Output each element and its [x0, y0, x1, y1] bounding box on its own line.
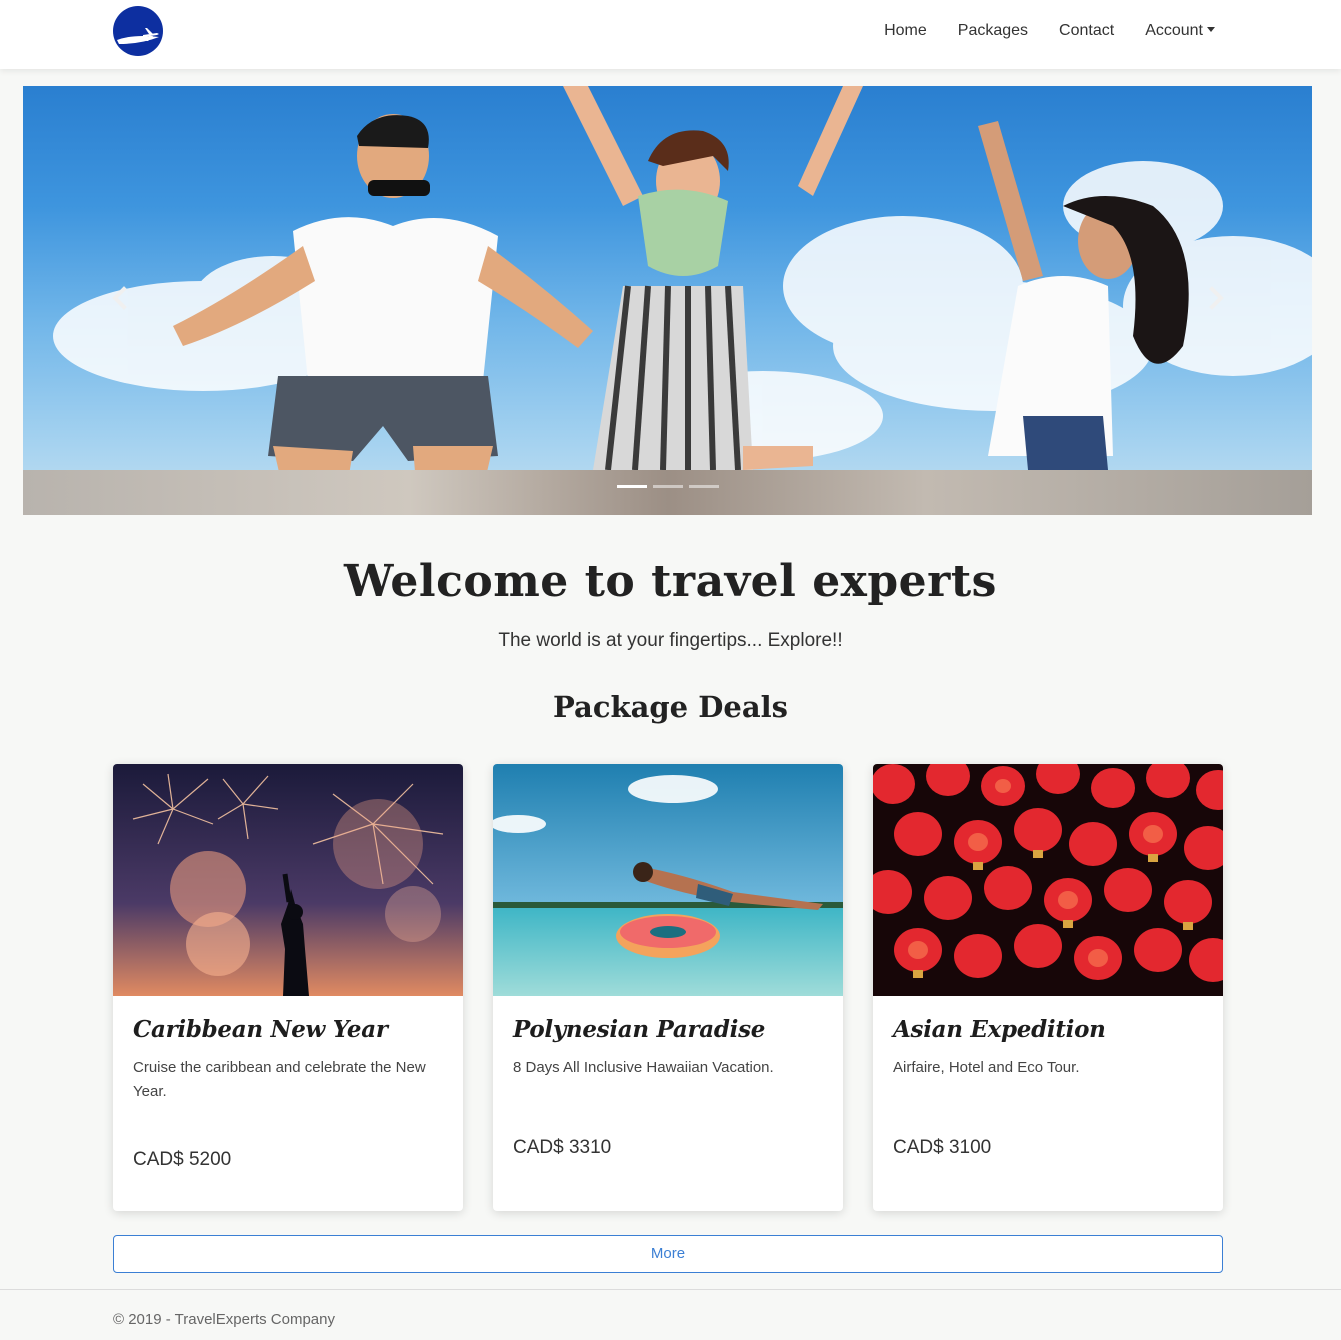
footer-divider: [0, 1289, 1341, 1290]
package-name: Polynesian Paradise: [513, 1016, 766, 1043]
package-price: CAD$ 5200: [133, 1149, 232, 1170]
plane-globe-logo[interactable]: [113, 6, 163, 56]
package-card-asian[interactable]: Asian Expedition Airfaire, Hotel and Eco…: [873, 764, 1223, 1211]
carousel-bottom-strip: [23, 470, 1312, 515]
package-card-caribbean[interactable]: Caribbean New Year Cruise the caribbean …: [113, 764, 463, 1211]
nav-account-dropdown[interactable]: Account: [1145, 20, 1215, 42]
package-price: CAD$ 3310: [513, 1137, 612, 1158]
page-tagline: The world is at your fingertips... Explo…: [498, 630, 843, 651]
nav-home-link[interactable]: Home: [884, 20, 927, 42]
red-lanterns-image: [873, 764, 1223, 996]
hero-carousel: [23, 86, 1312, 515]
package-price: CAD$ 3100: [893, 1137, 992, 1158]
chevron-left-icon[interactable]: [105, 283, 135, 313]
package-card-polynesian[interactable]: Polynesian Paradise 8 Days All Inclusive…: [493, 764, 843, 1211]
fireworks-image: [113, 764, 463, 996]
navbar: Home Packages Contact Account: [0, 0, 1341, 69]
carousel-indicator-3[interactable]: [689, 485, 719, 488]
carousel-indicators: [617, 485, 719, 488]
page-title: Welcome to travel experts: [344, 556, 997, 607]
caret-down-icon: [1207, 27, 1215, 32]
nav-packages-link[interactable]: Packages: [958, 20, 1028, 42]
carousel-indicator-2[interactable]: [653, 485, 683, 488]
nav-contact-link[interactable]: Contact: [1059, 20, 1114, 42]
carousel-indicator-1[interactable]: [617, 485, 647, 488]
package-description: Cruise the caribbean and celebrate the N…: [133, 1059, 426, 1100]
beach-float-image: [493, 764, 843, 996]
chevron-right-icon[interactable]: [1201, 283, 1231, 313]
package-name: Caribbean New Year: [133, 1016, 388, 1043]
nav-links: Home Packages Contact Account: [884, 20, 1215, 42]
nav-account-label: Account: [1145, 22, 1203, 39]
package-description: Airfaire, Hotel and Eco Tour.: [893, 1059, 1080, 1076]
package-description: 8 Days All Inclusive Hawaiian Vacation.: [513, 1059, 774, 1076]
package-deals-heading: Package Deals: [553, 690, 788, 724]
package-name: Asian Expedition: [893, 1016, 1106, 1043]
more-packages-button[interactable]: More: [113, 1235, 1223, 1273]
carousel-slide-image: [53, 86, 1312, 511]
footer-copyright: © 2019 - TravelExperts Company: [113, 1311, 335, 1328]
